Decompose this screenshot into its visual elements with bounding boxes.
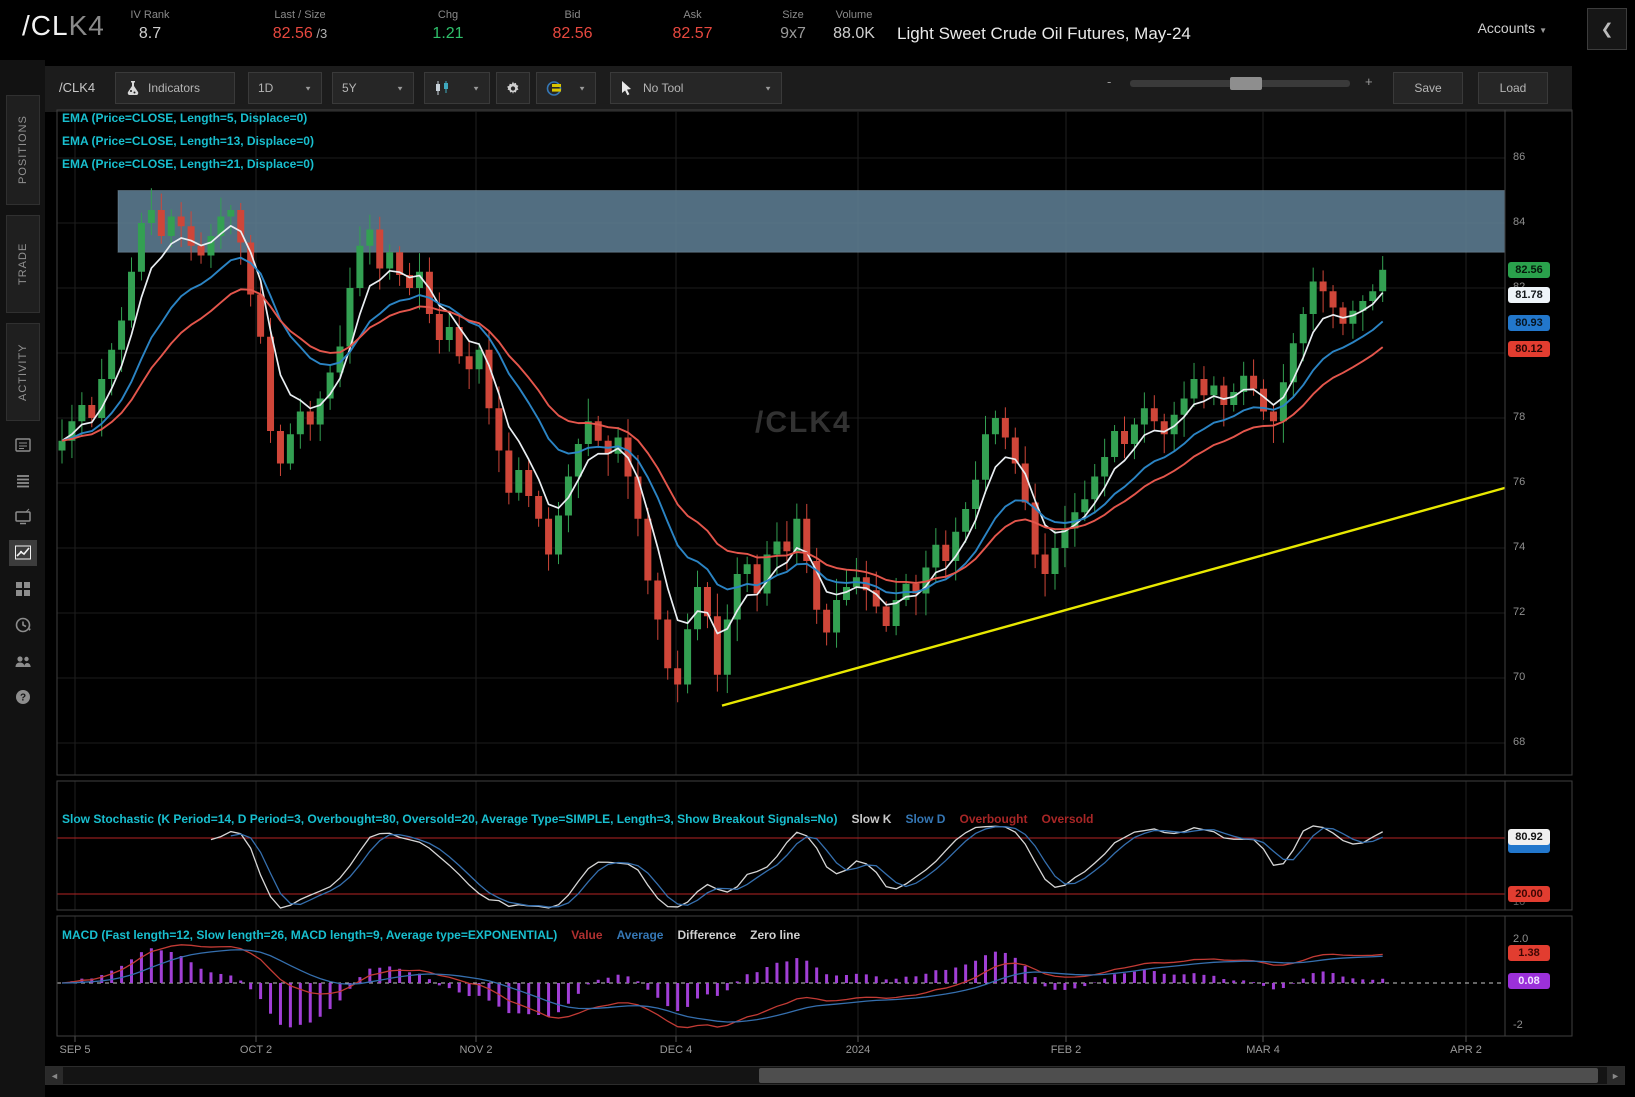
- legend-item: Slow K: [851, 812, 891, 826]
- legend-item: Average: [617, 928, 664, 942]
- ema5-label[interactable]: EMA (Price=CLOSE, Length=5, Displace=0): [62, 111, 314, 125]
- macd-legend: Value Average Difference Zero line: [571, 928, 800, 942]
- price-axis-badge: 82.56: [1508, 262, 1550, 278]
- horizontal-scrollbar[interactable]: ◄ ►: [45, 1066, 1625, 1085]
- legend-item: Value: [571, 928, 602, 942]
- ema21-label[interactable]: EMA (Price=CLOSE, Length=21, Displace=0): [62, 157, 314, 171]
- stochastic-header[interactable]: Slow Stochastic (K Period=14, D Period=3…: [62, 812, 1094, 826]
- date-tick-label: FEB 2: [1051, 1044, 1082, 1056]
- stochastic-axis-badge: 80.92: [1508, 829, 1550, 845]
- scrollbar-thumb[interactable]: [759, 1068, 1598, 1083]
- supply-zone-rect[interactable]: [118, 191, 1505, 253]
- price-tick-label: 84: [1513, 216, 1525, 228]
- price-axis-badge: 80.93: [1508, 315, 1550, 331]
- price-tick-label: 78: [1513, 411, 1525, 423]
- price-tick-label: 70: [1513, 671, 1525, 683]
- scroll-right-button[interactable]: ►: [1607, 1067, 1624, 1084]
- legend-item: Overbought: [959, 812, 1027, 826]
- price-tick-label: 76: [1513, 476, 1525, 488]
- stochastic-axis-badge: 20.00: [1508, 886, 1550, 902]
- ema-study-labels: EMA (Price=CLOSE, Length=5, Displace=0) …: [62, 111, 314, 171]
- price-axis-badge: 81.78: [1508, 287, 1550, 303]
- scroll-left-button[interactable]: ◄: [46, 1067, 63, 1084]
- price-tick-label: 74: [1513, 541, 1525, 553]
- price-tick-label: 86: [1513, 151, 1525, 163]
- ema13-label[interactable]: EMA (Price=CLOSE, Length=13, Displace=0): [62, 134, 314, 148]
- legend-item: Oversold: [1041, 812, 1093, 826]
- date-tick-label: SEP 5: [60, 1044, 91, 1056]
- macd-tick-label: -2: [1513, 1019, 1523, 1031]
- date-tick-label: MAR 4: [1246, 1044, 1280, 1056]
- legend-item: Slow D: [905, 812, 945, 826]
- date-tick-label: APR 2: [1450, 1044, 1482, 1056]
- date-tick-label: OCT 2: [240, 1044, 272, 1056]
- legend-item: Difference: [677, 928, 736, 942]
- macd-histogram: [62, 948, 1383, 1027]
- price-tick-label: 72: [1513, 606, 1525, 618]
- legend-item: Zero line: [750, 928, 800, 942]
- symbol-watermark: /CLK4: [755, 406, 852, 440]
- macd-axis-badge: 0.08: [1508, 973, 1550, 989]
- date-tick-label: DEC 4: [660, 1044, 692, 1056]
- stochastic-legend: Slow K Slow D Overbought Oversold: [851, 812, 1093, 826]
- date-tick-label: 2024: [846, 1044, 870, 1056]
- date-tick-label: NOV 2: [459, 1044, 492, 1056]
- trendline[interactable]: [722, 488, 1505, 706]
- app-window: /CLK4 IV Rank8.7Last / Size82.56 /3Chg1.…: [0, 0, 1635, 1097]
- macd-axis-badge: 1.38: [1508, 945, 1550, 961]
- price-axis-badge: 80.12: [1508, 341, 1550, 357]
- candles-layer: [59, 188, 1387, 702]
- macd-tick-label: 2.0: [1513, 933, 1528, 945]
- price-tick-label: 68: [1513, 736, 1525, 748]
- macd-header[interactable]: MACD (Fast length=12, Slow length=26, MA…: [62, 928, 800, 942]
